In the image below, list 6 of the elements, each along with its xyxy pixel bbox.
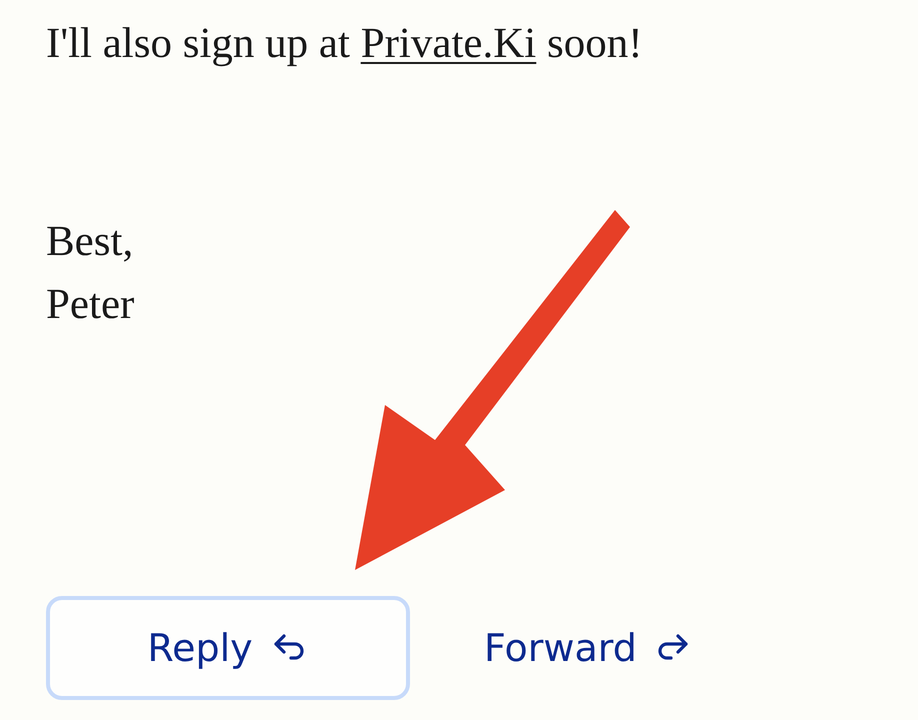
signature-line: Best, xyxy=(46,216,134,267)
signature-line: Peter xyxy=(46,280,136,330)
message-link[interactable]: Private.Ki xyxy=(360,20,536,67)
reply-button[interactable]: Reply xyxy=(46,596,410,700)
forward-button[interactable]: Forward xyxy=(440,596,737,700)
message-text: I'll also sign up at Private.Ki soon! xyxy=(46,19,644,69)
